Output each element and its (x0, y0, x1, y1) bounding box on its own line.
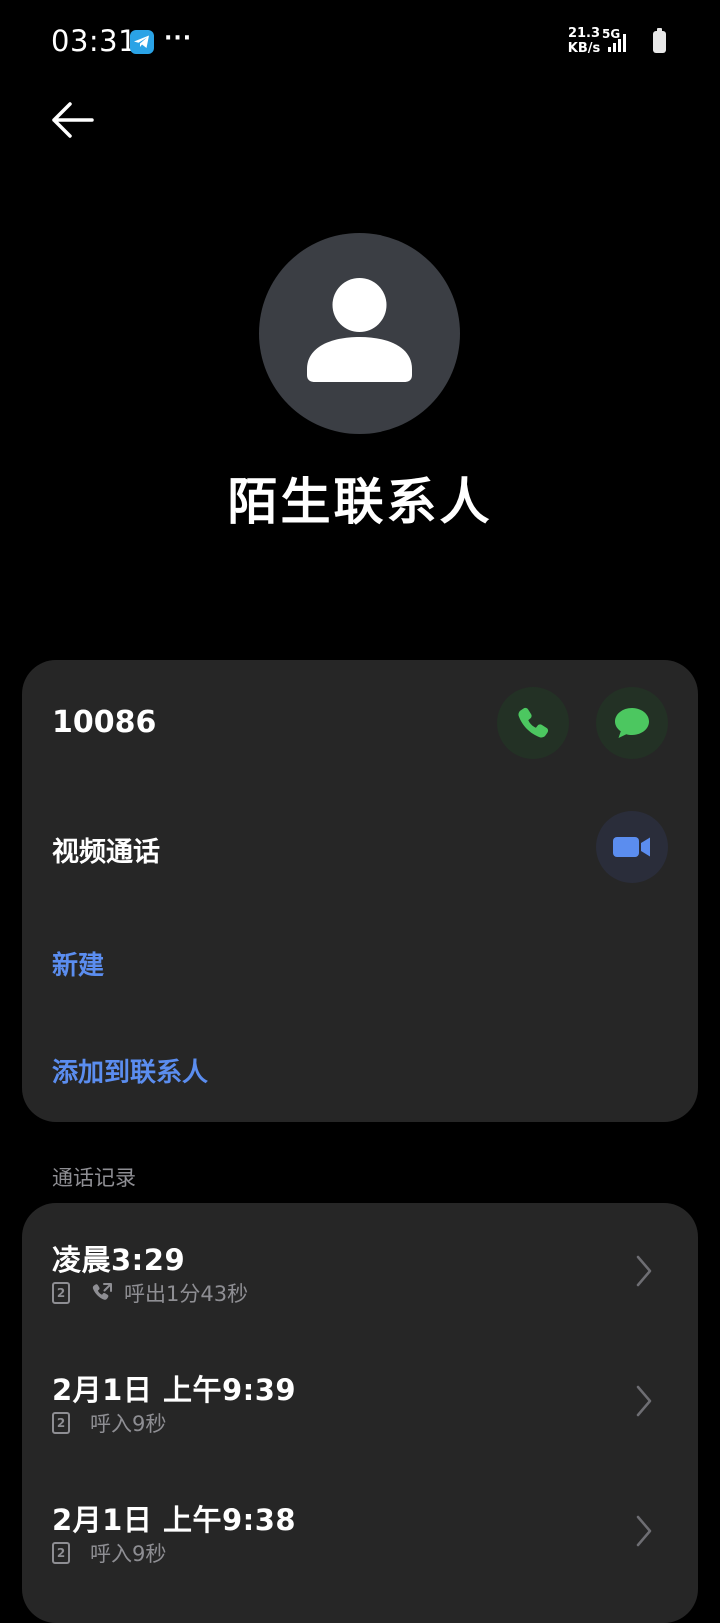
new-contact-link[interactable]: 新建 (52, 945, 104, 982)
phone-icon (518, 707, 549, 738)
chevron-right-icon (636, 1255, 652, 1287)
notification-more-icon: ··· (164, 26, 193, 51)
call-log-time: 2月1日 上午9:39 (52, 1373, 297, 1407)
call-button[interactable] (497, 687, 569, 759)
number-card: 10086 视频通话 新建 添加到联系人 (22, 660, 698, 1122)
outgoing-call-icon (92, 1283, 112, 1300)
signal-icon (608, 34, 626, 52)
battery-icon (653, 28, 666, 53)
call-log-time: 2月1日 上午9:38 (52, 1503, 297, 1537)
call-log-item[interactable]: 2月1日 上午9:38 2 呼入9秒 (22, 1497, 698, 1607)
network-speed-unit: KB/s (567, 41, 601, 56)
add-to-contacts-link[interactable]: 添加到联系人 (52, 1052, 208, 1089)
sim-card-icon: 2 (52, 1542, 70, 1564)
call-log-card: 凌晨3:29 2 呼出1分43秒 2月1日 上午9:39 2 呼入9秒 2月1日… (22, 1203, 698, 1623)
network-speed-value: 21.3 (567, 26, 601, 41)
call-log-section-label: 通话记录 (52, 1166, 136, 1190)
call-log-detail-text: 呼入9秒 (90, 1542, 167, 1566)
status-bar: 03:31 ··· 21.3 KB/s 5G (0, 0, 720, 84)
call-log-item[interactable]: 2月1日 上午9:39 2 呼入9秒 (22, 1367, 698, 1477)
video-camera-icon (613, 837, 650, 857)
status-time: 03:31 (51, 24, 138, 58)
back-arrow-icon (52, 102, 94, 138)
video-call-label: 视频通话 (52, 837, 160, 868)
call-log-detail-text: 呼入9秒 (90, 1412, 167, 1436)
call-log-details: 2 呼出1分43秒 (52, 1280, 248, 1306)
sim-card-icon: 2 (52, 1282, 70, 1304)
back-button[interactable] (44, 95, 100, 145)
person-icon (307, 278, 412, 382)
call-log-details: 2 呼入9秒 (52, 1410, 166, 1436)
call-log-time: 凌晨3:29 (52, 1243, 186, 1277)
message-button[interactable] (596, 687, 668, 759)
video-call-button[interactable] (596, 811, 668, 883)
chevron-right-icon (636, 1385, 652, 1417)
contact-avatar (259, 233, 460, 434)
network-speed: 21.3 KB/s (564, 26, 604, 56)
phone-number: 10086 (52, 705, 157, 740)
sim-card-icon: 2 (52, 1412, 70, 1434)
message-icon (615, 708, 649, 738)
call-log-details: 2 呼入9秒 (52, 1540, 166, 1566)
contact-name: 陌生联系人 (227, 473, 493, 531)
chevron-right-icon (636, 1515, 652, 1547)
call-log-detail-text: 呼出1分43秒 (124, 1282, 249, 1306)
telegram-icon (130, 30, 154, 54)
call-log-item[interactable]: 凌晨3:29 2 呼出1分43秒 (22, 1237, 698, 1347)
